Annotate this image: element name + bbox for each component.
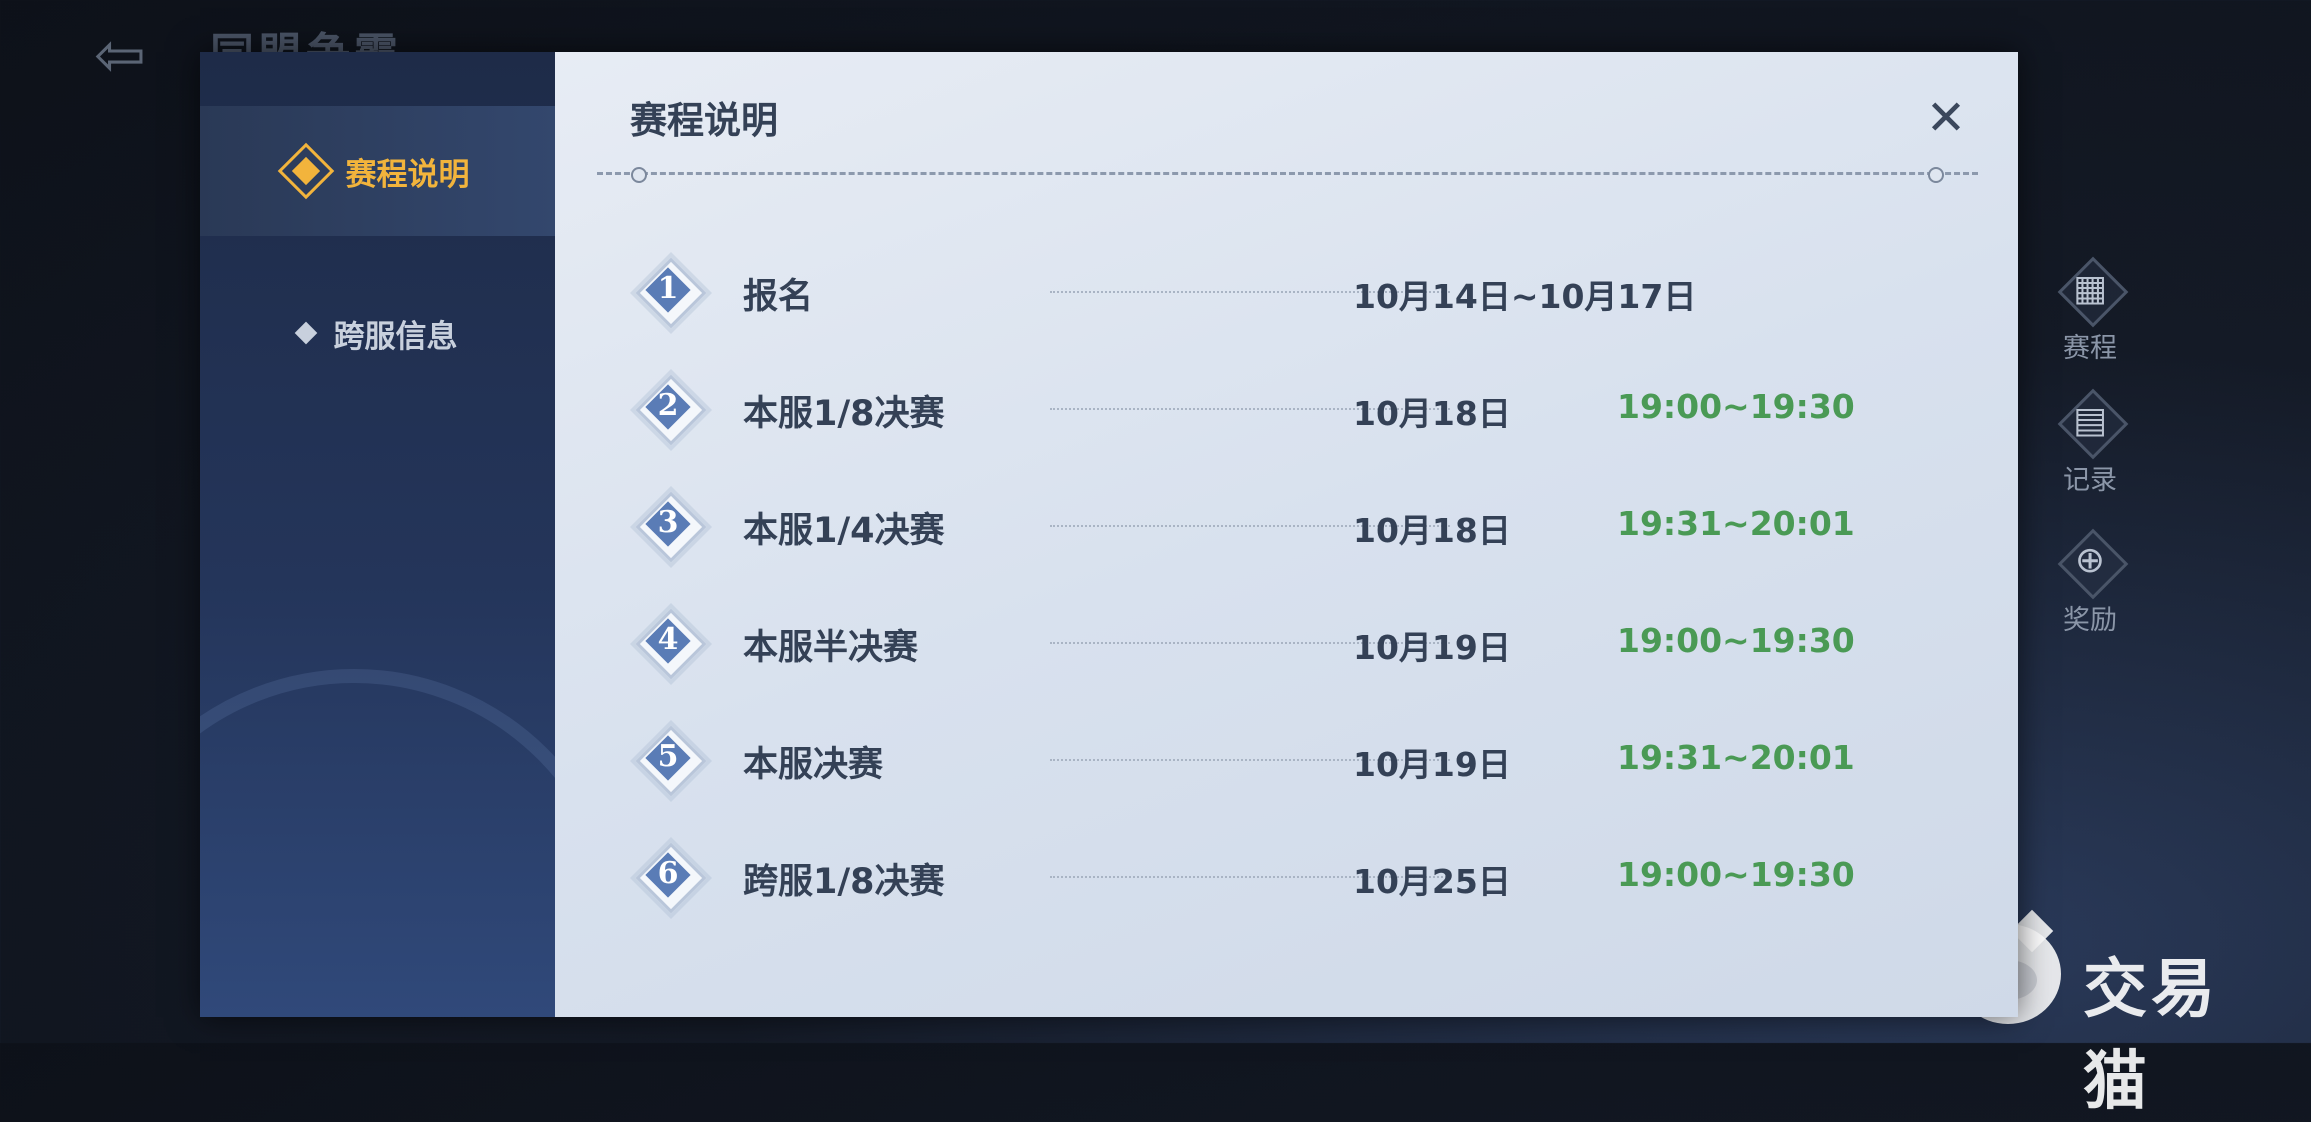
reward-side-label: 奖励: [2063, 605, 2117, 636]
dialog-content: 赛程说明 ✕ 1 报名 10月14日~10月17日 2 本服1/8决赛 10月1…: [555, 52, 2018, 1017]
tab-cross-server-info[interactable]: 跨服信息: [200, 288, 555, 378]
stage-name: 跨服1/8决赛: [743, 862, 945, 902]
tab-schedule-info[interactable]: 赛程说明: [200, 106, 555, 236]
stage-time: 19:31~20:01: [1617, 738, 1855, 777]
tab-label: 跨服信息: [333, 318, 458, 355]
schedule-row: 2 本服1/8决赛 10月18日 19:00~19:30: [630, 367, 1960, 447]
watermark-text: 交易猫: [2083, 953, 2219, 1119]
stage-name: 本服决赛: [743, 745, 884, 785]
number-badge-icon: 4: [636, 609, 700, 673]
record-side-label: 记录: [2063, 465, 2117, 496]
reward-side-button[interactable]: ⊕ 奖励: [2045, 530, 2135, 637]
stage-time: 19:00~19:30: [1617, 855, 1855, 894]
number-badge-icon: 6: [636, 843, 700, 907]
dialog-title: 赛程说明: [630, 99, 778, 142]
stage-time: 19:00~19:30: [1617, 387, 1855, 426]
number-badge-icon: 1: [636, 258, 700, 322]
stage-date: 10月14日~10月17日: [1353, 277, 1697, 316]
tab-label: 赛程说明: [345, 156, 470, 193]
diamond-icon: [277, 142, 334, 200]
schedule-row: 1 报名 10月14日~10月17日: [630, 250, 1960, 330]
divider: [597, 167, 1978, 183]
back-arrow-icon[interactable]: ⇦: [80, 20, 160, 90]
stage-date: 10月19日: [1353, 745, 1511, 784]
stage-name: 报名: [743, 277, 814, 317]
number-badge-icon: 2: [636, 375, 700, 439]
stage-name: 本服1/4决赛: [743, 511, 945, 551]
schedule-row: 3 本服1/4决赛 10月18日 19:31~20:01: [630, 484, 1960, 564]
stage-date: 10月25日: [1353, 862, 1511, 901]
schedule-side-label: 赛程: [2063, 333, 2117, 364]
schedule-side-button[interactable]: ▦ 赛程: [2045, 258, 2135, 365]
number-badge-icon: 3: [636, 492, 700, 556]
stage-date: 10月18日: [1353, 394, 1511, 433]
stage-name: 本服1/8决赛: [743, 394, 945, 434]
close-icon[interactable]: ✕: [1922, 94, 1970, 142]
number-badge-icon: 5: [636, 726, 700, 790]
calendar-icon: ▦: [2059, 258, 2121, 320]
stage-name: 本服半决赛: [743, 628, 919, 668]
dialog-sidebar: 赛程说明 跨服信息: [200, 52, 555, 1017]
reward-icon: ⊕: [2059, 530, 2121, 592]
record-side-button[interactable]: ▤ 记录: [2045, 390, 2135, 497]
schedule-row: 5 本服决赛 10月19日 19:31~20:01: [630, 718, 1960, 798]
stage-date: 10月18日: [1353, 511, 1511, 550]
stage-date: 10月19日: [1353, 628, 1511, 667]
schedule-row: 6 跨服1/8决赛 10月25日 19:00~19:30: [630, 835, 1960, 915]
stage-time: 19:00~19:30: [1617, 621, 1855, 660]
diamond-icon: [294, 321, 317, 345]
schedule-row: 4 本服半决赛 10月19日 19:00~19:30: [630, 601, 1960, 681]
clipboard-icon: ▤: [2059, 390, 2121, 452]
schedule-dialog: 赛程说明 跨服信息 赛程说明 ✕ 1 报名 10月14日~10月17日 2 本服…: [200, 52, 2018, 1017]
stage-time: 19:31~20:01: [1617, 504, 1855, 543]
